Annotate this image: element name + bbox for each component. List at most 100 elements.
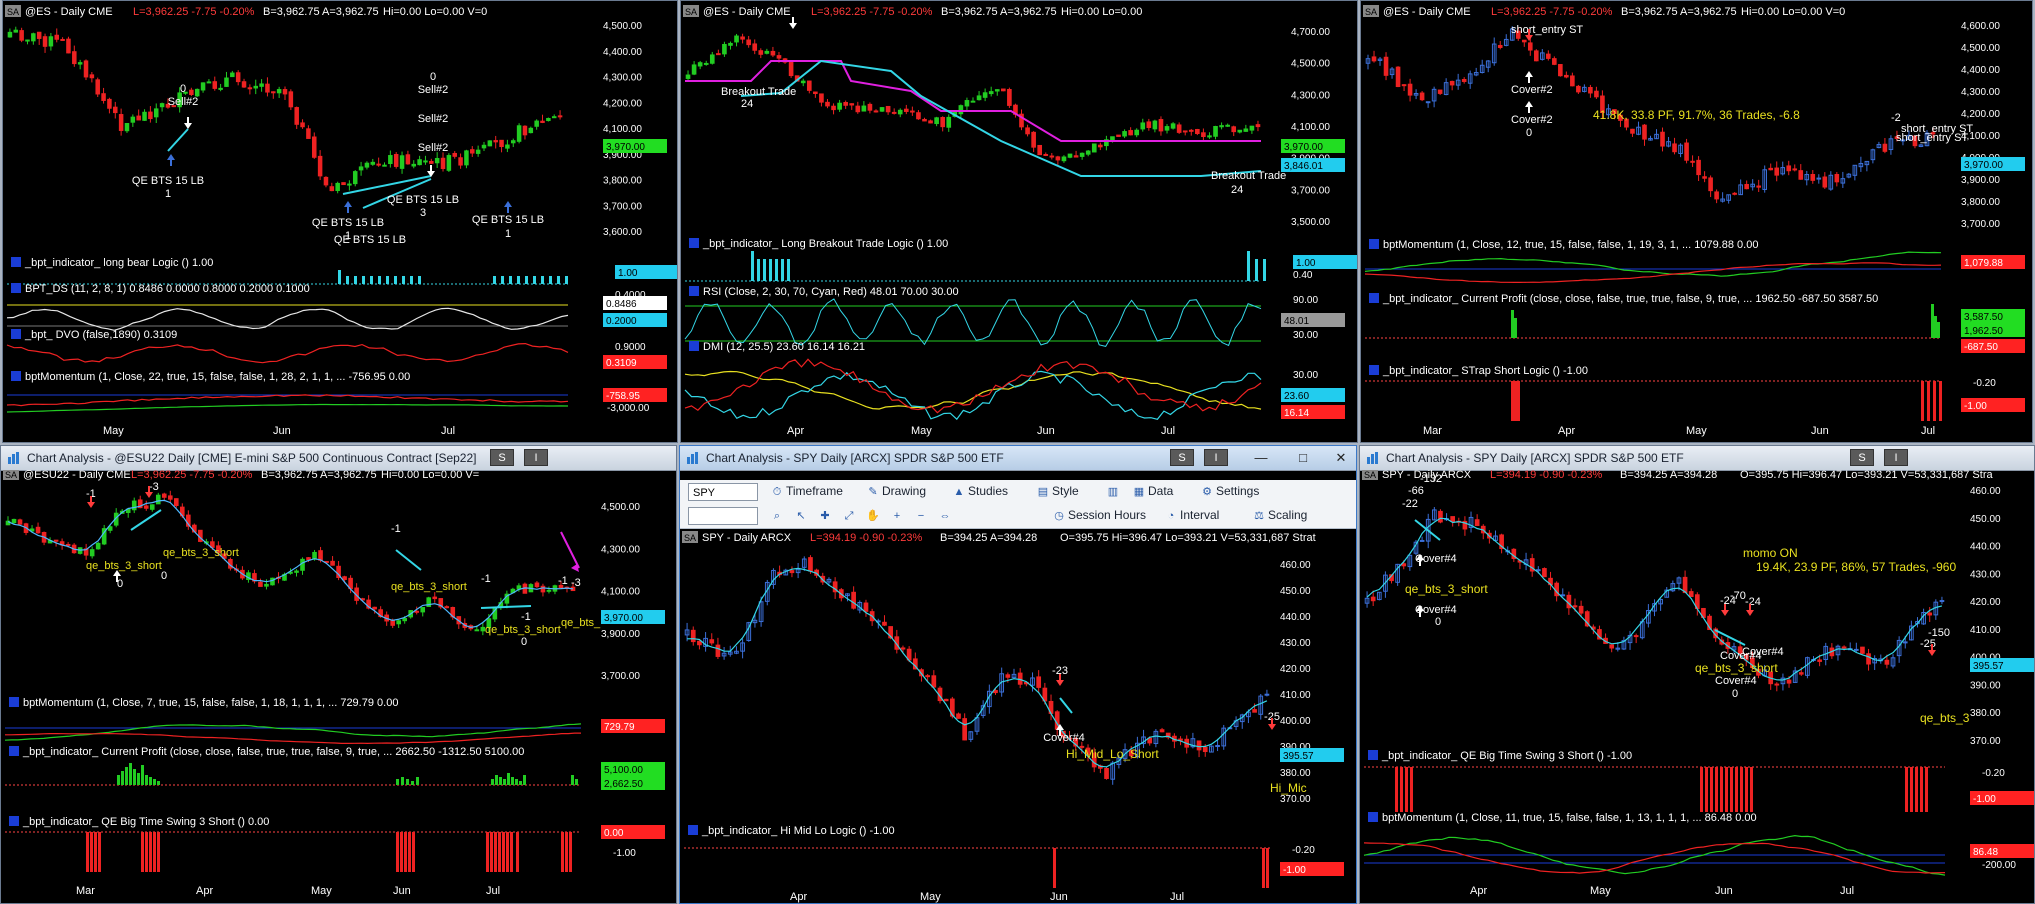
studies-menu[interactable]: Studies xyxy=(968,484,1008,498)
candle-body xyxy=(323,176,329,186)
settings-menu[interactable]: Settings xyxy=(1216,484,1259,498)
strategy-s-button[interactable]: S xyxy=(490,449,514,466)
data-menu[interactable]: Data xyxy=(1148,484,1173,498)
signal-bar xyxy=(153,832,156,872)
strategy-s-button[interactable]: S xyxy=(1850,449,1874,466)
candle-body xyxy=(789,570,795,574)
bar-spacing-icon[interactable]: ⇔ xyxy=(938,509,952,523)
crosshair-icon[interactable]: ✚ xyxy=(818,509,832,523)
signal-bar xyxy=(1262,848,1265,888)
candle-body xyxy=(1810,173,1816,181)
window-titlebar[interactable]: Chart Analysis - SPY Daily [ARCX] SPDR S… xyxy=(680,446,1356,471)
annotation-label: 0 xyxy=(180,83,186,95)
chart-window-spy-himidlo[interactable]: Chart Analysis - SPY Daily [ARCX] SPDR S… xyxy=(679,445,1357,904)
bid-ask: B=3,962.75 A=3,962.75 xyxy=(941,6,1057,18)
candle-body xyxy=(716,53,721,56)
chart-canvas[interactable]: SA SPY - Daily ARCX L=394.19 -0.90 -0.23% B… xyxy=(1360,470,2035,904)
window-title: Chart Analysis - SPY Daily [ARCX] SPDR S… xyxy=(706,451,1004,465)
search-icon[interactable]: ⌕ xyxy=(770,509,784,523)
interval-menu[interactable]: Interval xyxy=(1180,508,1219,522)
signal-bar xyxy=(149,832,152,872)
close-button[interactable]: ✕ xyxy=(1330,449,1352,467)
timeframe-menu[interactable]: Timeframe xyxy=(786,484,843,498)
chart-window-es-strap[interactable]: SA @ES - Daily CME L=3,962.25 -7.75 -0.20%… xyxy=(1360,0,2033,443)
signal-bar xyxy=(338,270,341,284)
candle-body xyxy=(976,95,982,101)
axis-label: 30.00 xyxy=(1293,370,1318,381)
signal-bar xyxy=(1933,381,1936,421)
signal-bar xyxy=(515,779,518,785)
annotation-label: QE BTS 15 LB xyxy=(312,217,384,229)
candle-body xyxy=(510,140,516,144)
candle-body xyxy=(1152,120,1158,130)
price-tick-label: 4,500.00 xyxy=(601,502,640,513)
chart-canvas[interactable]: SA @ES - Daily CME L=3,962.25 -7.75 -0.20%… xyxy=(681,1,1358,443)
annotation-label: -1 xyxy=(391,523,401,535)
layout-icon[interactable]: ▥ xyxy=(1106,485,1120,499)
style-menu[interactable]: Style xyxy=(1052,484,1079,498)
price-tag-label: 1,079.88 xyxy=(1964,258,2003,269)
indicator-i-button[interactable]: I xyxy=(1884,449,1908,466)
candle-body xyxy=(1588,86,1593,94)
candle-body xyxy=(54,34,60,40)
candle-body xyxy=(470,149,475,154)
symbol-label: SPY - Daily ARCX xyxy=(702,532,792,544)
annotation-label: Hi_Mic xyxy=(1270,781,1307,795)
strategy-s-button[interactable]: S xyxy=(1170,449,1194,466)
month-label: Jun xyxy=(273,425,291,437)
annotation-label: Cover#4 xyxy=(1043,732,1085,744)
signal-bar xyxy=(1735,767,1738,812)
scaling-menu[interactable]: Scaling xyxy=(1268,508,1307,522)
indicator-i-button[interactable]: I xyxy=(1204,449,1228,466)
signal-bar xyxy=(1910,767,1913,812)
symbol-input[interactable]: SPY xyxy=(688,483,758,501)
candle-body xyxy=(352,171,358,185)
signal-bar xyxy=(525,276,528,284)
candle-body xyxy=(1215,745,1220,748)
annotation-label: short_entry ST xyxy=(1511,24,1583,36)
chart-window-esu22[interactable]: Chart Analysis - @ESU22 Daily [CME] E-mi… xyxy=(0,445,677,904)
timeframe-icon: ⏱ xyxy=(772,486,782,498)
annotation-label: Breakout Trade xyxy=(1211,170,1286,182)
candle-body xyxy=(764,50,770,54)
candle-body xyxy=(259,83,264,87)
cursor-icon[interactable]: ↖ xyxy=(794,509,808,523)
candle-body xyxy=(1578,605,1584,614)
candle-body xyxy=(1401,563,1407,567)
price-tick-label: 4,400.00 xyxy=(603,47,642,58)
chart-canvas[interactable]: SA @ES - Daily CME L=3,962.25 -7.75 -0.20%… xyxy=(1361,1,2033,443)
chart-window-es-breakout[interactable]: SA @ES - Daily CME L=3,962.25 -7.75 -0.20%… xyxy=(680,0,1358,443)
chart-window-es-bear[interactable]: SA @ES - Daily CME L=3,962.25 -7.75 -0.20%… xyxy=(2,0,678,443)
price-tick-label: 4,300.00 xyxy=(601,544,640,555)
minus-icon[interactable]: − xyxy=(914,509,928,523)
drag-icon[interactable]: ✋ xyxy=(866,509,880,523)
candle-body xyxy=(475,149,481,154)
minimize-button[interactable]: — xyxy=(1250,449,1272,467)
study-marker xyxy=(11,329,21,339)
candle-body xyxy=(264,583,269,587)
chart-canvas[interactable]: SA @ES - Daily CME L=3,962.25 -7.75 -0.20%… xyxy=(3,1,678,443)
drawing-menu[interactable]: Drawing xyxy=(882,484,926,498)
signal-bar xyxy=(125,767,128,785)
candle-body xyxy=(776,55,782,59)
chart-canvas[interactable]: SA SPY - Daily ARCX L=394.19 -0.90 -0.23% B… xyxy=(680,528,1357,904)
interval-select[interactable] xyxy=(688,507,758,525)
signal-bar xyxy=(129,763,132,785)
indicator-i-button[interactable]: I xyxy=(524,449,548,466)
study-marker xyxy=(9,816,19,826)
maximize-button[interactable]: □ xyxy=(1292,449,1314,467)
annotation-label: QE BTS 15 LB xyxy=(472,214,544,226)
signal-bar xyxy=(751,251,754,281)
price-tick-label: 3,500.00 xyxy=(1291,217,1330,228)
zoom-icon[interactable]: ⤢ xyxy=(842,509,856,523)
window-titlebar[interactable]: Chart Analysis - @ESU22 Daily [CME] E-mi… xyxy=(1,446,676,471)
window-titlebar[interactable]: Chart Analysis - SPY Daily [ARCX] SPDR S… xyxy=(1360,446,2034,471)
plus-icon[interactable]: + xyxy=(890,509,904,523)
chart-canvas[interactable]: SA @ESU22 - Daily CME L=3,962.25 -7.75 -0.… xyxy=(1,470,677,904)
signal-bar xyxy=(378,276,381,284)
session-hours-menu[interactable]: Session Hours xyxy=(1068,508,1146,522)
candle-body xyxy=(1882,143,1888,152)
chart-window-spy-bts[interactable]: Chart Analysis - SPY Daily [ARCX] SPDR S… xyxy=(1359,445,2035,904)
chart-toolbar-2: ⌕ ↖ ✚ ⤢ ✋ + − ⇔ ◷ Session Hours ◔ Interv… xyxy=(680,504,1356,529)
candle-body xyxy=(1128,130,1133,136)
